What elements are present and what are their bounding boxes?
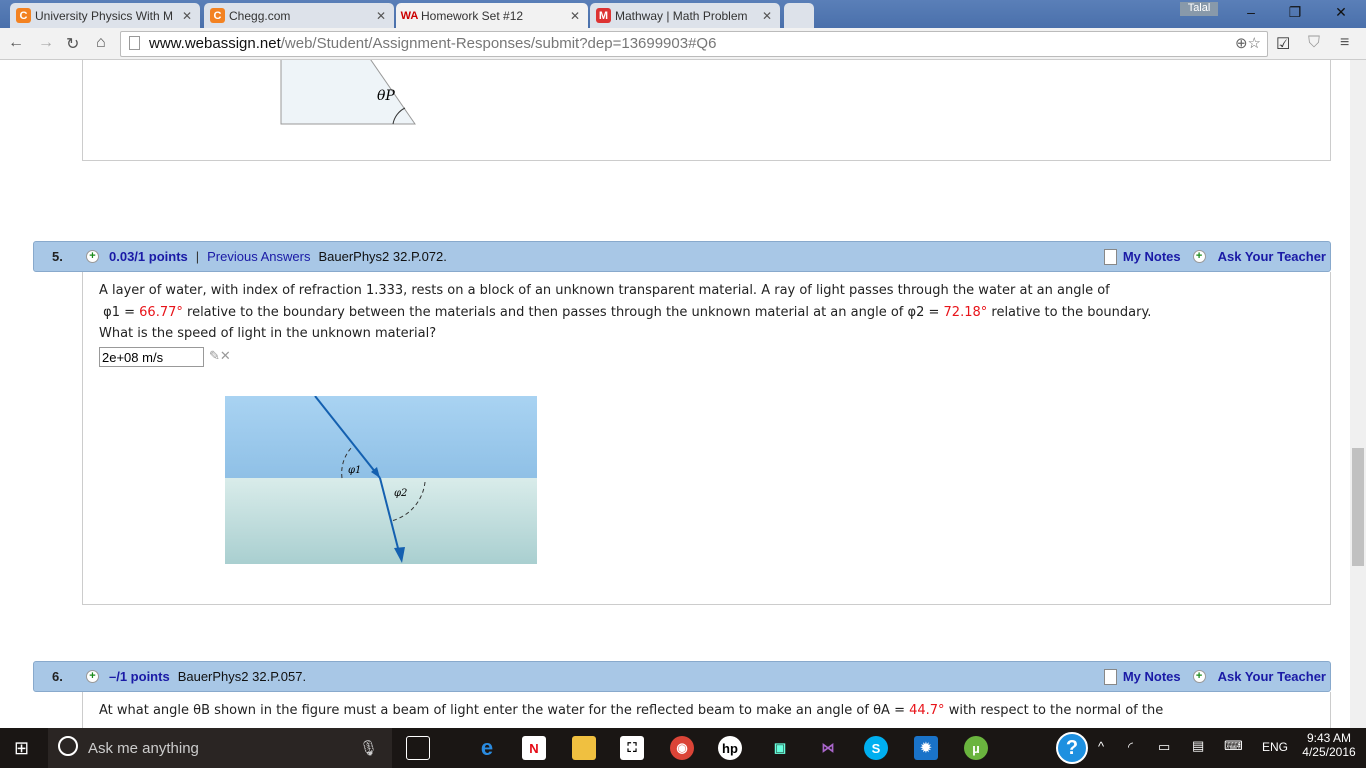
plus-icon: +	[1192, 670, 1206, 683]
cortana-icon	[58, 736, 78, 756]
shield-icon[interactable]: ⛉	[1308, 34, 1320, 52]
forward-button[interactable]: →	[38, 34, 54, 52]
ask-teacher-link[interactable]: Ask Your Teacher	[1218, 669, 1326, 684]
tab-chegg[interactable]: C Chegg.com ✕	[204, 3, 394, 28]
chevron-up-icon[interactable]: ^	[1098, 739, 1104, 754]
scrollbar-thumb[interactable]	[1352, 448, 1364, 566]
expand-icon[interactable]: +	[86, 670, 99, 683]
webassign-icon: WA	[400, 9, 419, 22]
home-button[interactable]: ⌂	[96, 34, 106, 52]
profile-button[interactable]: Talal	[1180, 2, 1218, 16]
clock[interactable]: 9:43 AM 4/25/2016	[1302, 731, 1356, 759]
chrome-icon[interactable]: ◉	[670, 736, 694, 760]
tab-mathway[interactable]: M Mathway | Math Problem ✕	[590, 3, 780, 28]
question-6-text: At what angle θB shown in the figure mus…	[99, 703, 1164, 718]
tab-strip: C University Physics With M ✕ C Chegg.com ✕ …	[0, 0, 1366, 28]
refraction-figure	[225, 396, 537, 564]
expand-icon[interactable]: +	[86, 250, 99, 263]
tab-university-physics[interactable]: C University Physics With M ✕	[10, 3, 200, 28]
ask-teacher-link[interactable]: Ask Your Teacher	[1218, 249, 1326, 264]
close-icon[interactable]: ✕	[376, 9, 386, 23]
store-icon[interactable]: ⛶	[620, 736, 644, 760]
question-6-header: 6. + –/1 points BauerPhys2 32.P.057. My …	[33, 661, 1331, 692]
incorrect-icon: ✎✕	[209, 348, 231, 363]
microphone-icon[interactable]: 🎙	[359, 739, 378, 757]
notification-icon[interactable]: ▤	[1192, 738, 1204, 754]
back-button[interactable]: ←	[8, 34, 24, 52]
close-icon[interactable]: ✕	[762, 9, 772, 23]
close-icon[interactable]: ✕	[182, 9, 192, 23]
my-notes-link[interactable]: My Notes	[1123, 249, 1181, 264]
my-notes-link[interactable]: My Notes	[1123, 669, 1181, 684]
zoom-star-icon[interactable]: ⊕☆	[1235, 34, 1261, 52]
notes-icon	[1103, 248, 1117, 265]
close-window-button[interactable]: ✕	[1326, 4, 1356, 21]
question-4-card: θP	[82, 60, 1331, 161]
cortana-search[interactable]: Ask me anything 🎙	[48, 728, 392, 768]
visual-studio-icon[interactable]: ⋈	[816, 736, 840, 760]
restore-button[interactable]: ❐	[1280, 4, 1310, 21]
chegg-icon: C	[210, 8, 225, 23]
netflix-icon[interactable]: N	[522, 736, 546, 760]
new-tab-button[interactable]	[784, 3, 814, 28]
hp-icon[interactable]: hp	[718, 736, 742, 760]
question-5-header: 5. + 0.03/1 points | Previous Answers Ba…	[33, 241, 1331, 272]
plus-icon: +	[1192, 250, 1206, 263]
extension-icon[interactable]: ☑	[1276, 34, 1290, 54]
scrollbar[interactable]	[1350, 60, 1366, 728]
edge-icon[interactable]: e	[475, 735, 499, 760]
page-icon	[129, 36, 140, 50]
skype-icon[interactable]: S	[864, 736, 888, 760]
battery-icon[interactable]: ▭	[1158, 739, 1170, 755]
weather-icon[interactable]: ✹	[914, 736, 938, 760]
question-5-text: A layer of water, with index of refracti…	[99, 283, 1152, 341]
utorrent-icon[interactable]: µ	[964, 736, 988, 760]
wifi-icon[interactable]: ◜	[1128, 739, 1133, 755]
page-content: θP 5. + 0.03/1 points | Previous Answers…	[0, 60, 1350, 728]
menu-icon[interactable]: ≡	[1340, 34, 1349, 52]
reload-button[interactable]: ↻	[66, 34, 79, 54]
minimize-button[interactable]: –	[1236, 4, 1266, 20]
help-icon[interactable]: ?	[1056, 732, 1088, 764]
prism-figure	[280, 60, 416, 125]
mathway-icon: M	[596, 8, 611, 23]
app-icon[interactable]: ▣	[768, 736, 792, 760]
browser-toolbar: ← → ↻ ⌂ www.webassign.net/web/Student/As…	[0, 28, 1366, 60]
windows-start-icon[interactable]: ⊞	[14, 738, 29, 759]
previous-answers-link[interactable]: Previous Answers	[207, 249, 310, 264]
address-bar[interactable]: www.webassign.net/web/Student/Assignment…	[120, 31, 1268, 57]
close-icon[interactable]: ✕	[570, 9, 580, 23]
notes-icon	[1103, 668, 1117, 685]
taskbar: ⊞ Ask me anything 🎙 e N ⛶ ◉ hp ▣ ⋈ S ✹ µ …	[0, 728, 1366, 768]
chegg-icon: C	[16, 8, 31, 23]
file-explorer-icon[interactable]	[572, 736, 596, 760]
answer-input[interactable]	[99, 347, 204, 367]
tab-homework-set[interactable]: WA Homework Set #12 ✕	[396, 3, 588, 28]
task-view-icon[interactable]	[406, 736, 430, 760]
keyboard-icon[interactable]: ⌨	[1224, 738, 1243, 754]
